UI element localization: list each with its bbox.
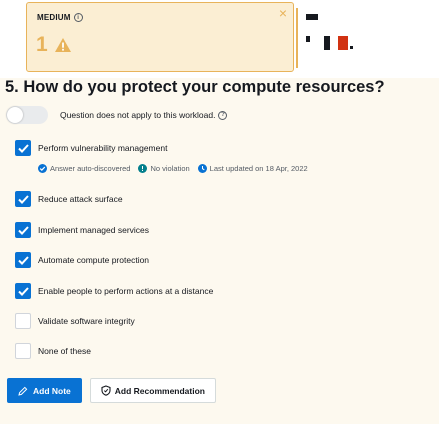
checkbox-checked[interactable]	[15, 222, 31, 238]
checkbox-unchecked[interactable]	[15, 343, 31, 359]
choice-label: Automate compute protection	[38, 255, 150, 265]
add-note-label: Add Note	[33, 385, 71, 396]
checkbox-checked[interactable]	[15, 283, 31, 299]
checkmark-icon	[17, 143, 29, 153]
warning-triangle-icon	[54, 37, 72, 53]
action-buttons: Add Note Add Recommendation	[7, 378, 216, 403]
chart-mark	[350, 46, 353, 49]
last-updated-label: Last updated on 18 Apr, 2022	[209, 164, 308, 173]
checkmark-icon	[17, 194, 29, 204]
medium-risk-count-row: 1	[36, 33, 72, 57]
not-applicable-toggle[interactable]	[6, 106, 48, 124]
checkbox-checked[interactable]	[15, 252, 31, 268]
answer-meta-row: Answer auto-discovered No violation Last…	[38, 164, 316, 173]
risk-separator	[296, 8, 298, 68]
choice-reduce-attack-surface[interactable]: Reduce attack surface	[15, 191, 123, 207]
info-icon[interactable]: ?	[218, 110, 228, 120]
choice-label: None of these	[38, 346, 91, 356]
checkbox-unchecked[interactable]	[15, 313, 31, 329]
add-recommendation-label: Add Recommendation	[114, 385, 205, 396]
not-applicable-row: Question does not apply to this workload…	[6, 106, 228, 124]
choice-label: Perform vulnerability management	[38, 143, 168, 153]
checkmark-icon	[17, 225, 29, 235]
checkmark-icon	[17, 286, 29, 296]
info-icon[interactable]: i	[73, 13, 83, 22]
not-applicable-label: Question does not apply to this workload…	[60, 110, 216, 120]
close-icon[interactable]: ×	[279, 6, 287, 20]
chart-mark	[306, 36, 310, 42]
toggle-knob	[7, 107, 23, 123]
add-recommendation-button[interactable]: Add Recommendation	[89, 378, 216, 403]
question-title: 5. How do you protect your compute resou…	[5, 78, 385, 96]
choice-label: Validate software integrity	[38, 316, 135, 326]
checkmark-icon	[17, 255, 29, 265]
medium-risk-label: MEDIUM	[37, 13, 71, 22]
medium-risk-count: 1	[36, 33, 48, 56]
status-info-icon	[138, 164, 148, 173]
checkbox-checked[interactable]	[15, 140, 31, 156]
not-applicable-label-row: Question does not apply to this workload…	[60, 110, 228, 120]
choice-label: Enable people to perform actions at a di…	[38, 286, 214, 296]
medium-risk-heading: MEDIUM i	[37, 13, 83, 22]
choice-enable-people-at-a-distance[interactable]: Enable people to perform actions at a di…	[15, 283, 213, 299]
choice-implement-managed-services[interactable]: Implement managed services	[15, 222, 149, 238]
medium-risk-card[interactable]: MEDIUM i × 1	[26, 2, 294, 72]
checkbox-checked[interactable]	[15, 191, 31, 207]
choice-validate-software-integrity[interactable]: Validate software integrity	[15, 313, 135, 329]
check-circle-icon	[38, 164, 47, 173]
pencil-icon	[18, 386, 28, 396]
page: MEDIUM i × 1 5. How do you protect your …	[0, 0, 439, 424]
clock-icon	[197, 164, 207, 173]
choice-label: Implement managed services	[38, 225, 150, 235]
last-updated: Last updated on 18 Apr, 2022	[197, 164, 308, 173]
risk-summary-area: MEDIUM i × 1	[0, 0, 439, 78]
choice-automate-compute-protection[interactable]: Automate compute protection	[15, 252, 149, 268]
chart-mark	[324, 36, 330, 50]
choice-perform-vulnerability-management[interactable]: Perform vulnerability management	[15, 140, 167, 156]
chart-mark	[306, 14, 318, 20]
violation-status: No violation	[138, 164, 190, 173]
violation-label: No violation	[150, 164, 190, 173]
answer-source: Answer auto-discovered	[38, 164, 130, 173]
add-note-button[interactable]: Add Note	[7, 378, 82, 403]
shield-icon	[101, 385, 111, 396]
choice-none-of-these[interactable]: None of these	[15, 343, 91, 359]
answer-source-label: Answer auto-discovered	[50, 164, 131, 173]
choice-label: Reduce attack surface	[38, 194, 123, 204]
chart-mark	[338, 36, 348, 50]
